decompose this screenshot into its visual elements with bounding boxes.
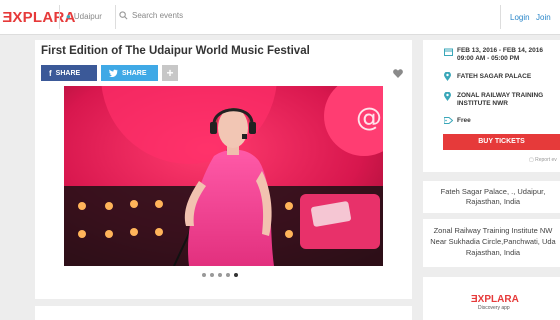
time-range: 09:00 AM - 05:00 PM (457, 55, 520, 62)
explara-logo[interactable]: EXPLARA (2, 9, 76, 26)
singer-image: @ (64, 86, 383, 266)
event-card: First Edition of The Udaipur World Music… (35, 40, 412, 299)
price-tag-icon (444, 117, 453, 124)
promo-logo-text: XPLARA (477, 294, 519, 305)
top-header: EXPLARA ● Udaipur Search events Login Joi… (0, 0, 560, 35)
facebook-share-label: SHARE (55, 69, 81, 77)
location-pin-icon (444, 92, 451, 101)
gallery-dot[interactable] (218, 273, 222, 277)
heart-icon[interactable] (393, 69, 403, 78)
venue-1-address-card: Fateh Sagar Palace, ., Udaipur, Rajastha… (423, 181, 560, 213)
promo-logo: EXPLARA (471, 294, 519, 305)
report-label: Report ev (535, 157, 557, 163)
promo-logo-mark: E (471, 294, 478, 305)
logo-mark: E (2, 9, 13, 26)
location-label: Udaipur (73, 12, 102, 21)
report-event-link[interactable]: ▢ Report ev (529, 157, 557, 163)
svg-text:@: @ (356, 103, 382, 133)
gallery-pagination (202, 273, 238, 277)
twitter-share-label: SHARE (122, 69, 147, 77)
header-divider (115, 5, 116, 29)
twitter-icon (109, 69, 118, 77)
buy-tickets-button[interactable]: BUY TICKETS (443, 134, 560, 150)
facebook-icon: f (49, 68, 52, 78)
facebook-share-button[interactable]: f SHARE (41, 65, 97, 81)
search-icon (119, 11, 128, 20)
login-link[interactable]: Login (510, 13, 530, 22)
venue-2-link[interactable]: ZONAL RAILWAY TRAINING INSTITUTE NWR (457, 92, 543, 108)
address-2-line3: Rajasthan, India (465, 248, 521, 257)
address-2-line2: Near Sukhadia Circle,Panchwati, Uda (430, 237, 556, 246)
venue-2-line2: INSTITUTE NWR (457, 100, 508, 107)
address-1-line1: Fateh Sagar Palace, ., Udaipur, (440, 187, 546, 196)
gallery-dot[interactable] (210, 273, 214, 277)
location-pin-icon: ● (66, 12, 71, 21)
app-promo-card[interactable]: EXPLARA Discovery app (423, 277, 560, 320)
location-pin-icon (444, 72, 451, 81)
gallery-dot[interactable] (226, 273, 230, 277)
header-divider (500, 5, 501, 29)
gallery-dot[interactable] (202, 273, 206, 277)
event-date: FEB 13, 2016 - FEB 14, 2016 09:00 AM - 0… (457, 47, 543, 63)
promo-tagline: Discovery app (478, 305, 510, 311)
header-divider (59, 5, 60, 29)
search-input[interactable]: Search events (119, 11, 183, 20)
event-details-panel: FEB 13, 2016 - FEB 14, 2016 09:00 AM - 0… (423, 40, 560, 172)
more-share-button[interactable]: + (162, 65, 178, 81)
gallery-dot-active[interactable] (234, 273, 238, 277)
next-section-card (35, 306, 412, 320)
calendar-icon (444, 48, 453, 56)
event-title: First Edition of The Udaipur World Music… (41, 45, 310, 57)
address-2-line1: Zonal Railway Training Institute NW (433, 226, 553, 235)
ticket-price: Free (457, 117, 471, 124)
venue-2-address-card: Zonal Railway Training Institute NW Near… (423, 219, 560, 267)
event-photo[interactable]: @ (64, 86, 383, 266)
location-selector[interactable]: ● Udaipur (66, 12, 102, 21)
join-link[interactable]: Join (536, 13, 551, 22)
date-range: FEB 13, 2016 - FEB 14, 2016 (457, 47, 543, 54)
venue-2-line1: ZONAL RAILWAY TRAINING (457, 92, 544, 99)
address-1-line2: Rajasthan, India (465, 197, 521, 206)
venue-1-link[interactable]: FATEH SAGAR PALACE (457, 73, 531, 81)
search-placeholder: Search events (132, 11, 184, 20)
twitter-share-button[interactable]: SHARE (101, 65, 158, 81)
